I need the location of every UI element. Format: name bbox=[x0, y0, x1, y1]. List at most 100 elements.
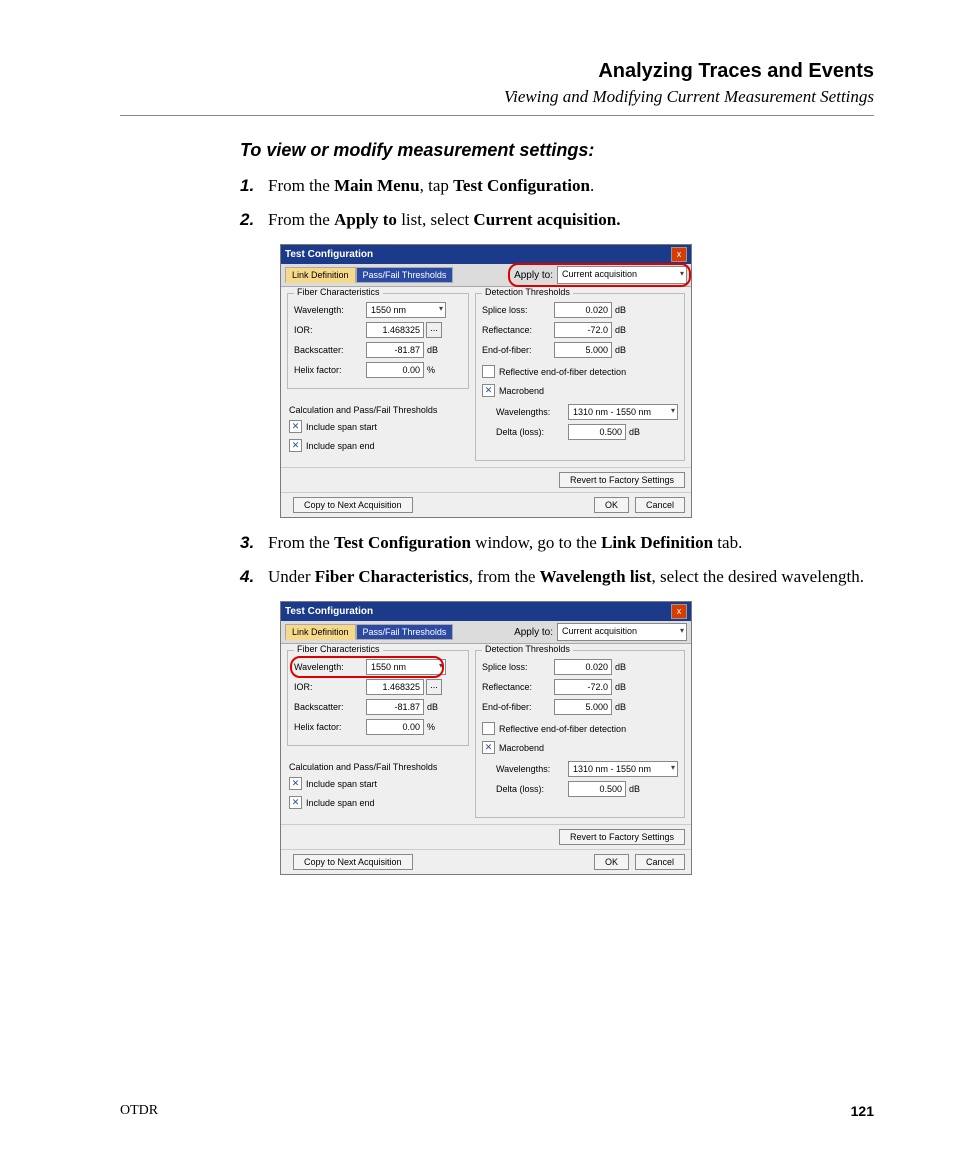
unit-label: dB bbox=[629, 427, 640, 437]
instructions-title: To view or modify measurement settings: bbox=[240, 140, 874, 161]
step-number: 3. bbox=[240, 530, 268, 556]
wavelength-select[interactable]: 1550 nm bbox=[366, 659, 446, 675]
detection-thresholds-group: Detection Thresholds Splice loss:0.020dB… bbox=[475, 650, 685, 818]
end-of-fiber-label: End-of-fiber: bbox=[482, 702, 554, 712]
reflective-eof-checkbox[interactable]: Reflective end-of-fiber detection bbox=[482, 365, 626, 378]
wavelengths-select[interactable]: 1310 nm - 1550 nm bbox=[568, 404, 678, 420]
helix-input[interactable]: 0.00 bbox=[366, 362, 424, 378]
ior-label: IOR: bbox=[294, 325, 366, 335]
step-1: 1. From the Main Menu, tap Test Configur… bbox=[240, 173, 874, 199]
step-4: 4. Under Fiber Characteristics, from the… bbox=[240, 564, 874, 590]
unit-label: % bbox=[427, 365, 435, 375]
detection-thresholds-group: Detection Thresholds Splice loss:0.020dB… bbox=[475, 293, 685, 461]
revert-button[interactable]: Revert to Factory Settings bbox=[559, 472, 685, 488]
cancel-button[interactable]: Cancel bbox=[635, 497, 685, 513]
reflectance-input[interactable]: -72.0 bbox=[554, 679, 612, 695]
delta-loss-input[interactable]: 0.500 bbox=[568, 424, 626, 440]
group-title: Detection Thresholds bbox=[482, 287, 573, 297]
ior-more-button[interactable]: ... bbox=[426, 679, 442, 695]
page-header-subtitle: Viewing and Modifying Current Measuremen… bbox=[120, 87, 874, 107]
delta-loss-label: Delta (loss): bbox=[496, 784, 568, 794]
wavelengths-select[interactable]: 1310 nm - 1550 nm bbox=[568, 761, 678, 777]
header-rule bbox=[120, 115, 874, 116]
cancel-button[interactable]: Cancel bbox=[635, 854, 685, 870]
wavelength-label: Wavelength: bbox=[294, 305, 366, 315]
unit-label: dB bbox=[427, 702, 438, 712]
wavelength-select[interactable]: 1550 nm bbox=[366, 302, 446, 318]
helix-label: Helix factor: bbox=[294, 722, 366, 732]
unit-label: dB bbox=[615, 325, 626, 335]
tab-link-definition[interactable]: Link Definition bbox=[285, 267, 356, 283]
page-header-title: Analyzing Traces and Events bbox=[120, 60, 874, 83]
include-span-end-checkbox[interactable]: ✕Include span end bbox=[289, 439, 375, 452]
end-of-fiber-label: End-of-fiber: bbox=[482, 345, 554, 355]
unit-label: dB bbox=[427, 345, 438, 355]
include-span-end-checkbox[interactable]: ✕Include span end bbox=[289, 796, 375, 809]
ior-input[interactable]: 1.468325 bbox=[366, 679, 424, 695]
tab-link-definition[interactable]: Link Definition bbox=[285, 624, 356, 640]
include-span-start-checkbox[interactable]: ✕Include span start bbox=[289, 777, 377, 790]
apply-to-label: Apply to: bbox=[514, 270, 553, 281]
ior-input[interactable]: 1.468325 bbox=[366, 322, 424, 338]
splice-loss-input[interactable]: 0.020 bbox=[554, 302, 612, 318]
ior-more-button[interactable]: ... bbox=[426, 322, 442, 338]
step-3: 3. From the Test Configuration window, g… bbox=[240, 530, 874, 556]
checkbox-icon bbox=[482, 365, 495, 378]
calculation-group: Calculation and Pass/Fail Thresholds ✕In… bbox=[287, 752, 469, 818]
tab-pass-fail-thresholds[interactable]: Pass/Fail Thresholds bbox=[356, 624, 454, 640]
ok-button[interactable]: OK bbox=[594, 854, 629, 870]
splice-loss-label: Splice loss: bbox=[482, 305, 554, 315]
group-title: Fiber Characteristics bbox=[294, 644, 383, 654]
checkbox-icon: ✕ bbox=[289, 796, 302, 809]
helix-input[interactable]: 0.00 bbox=[366, 719, 424, 735]
unit-label: dB bbox=[629, 784, 640, 794]
tab-pass-fail-thresholds[interactable]: Pass/Fail Thresholds bbox=[356, 267, 454, 283]
page-number: 121 bbox=[851, 1103, 874, 1119]
screenshot-wavelength: Test Configuration x Link Definition Pas… bbox=[280, 601, 874, 875]
unit-label: dB bbox=[615, 662, 626, 672]
screenshot-apply-to: Test Configuration x Link Definition Pas… bbox=[280, 244, 874, 518]
splice-loss-label: Splice loss: bbox=[482, 662, 554, 672]
macrobend-checkbox[interactable]: ✕Macrobend bbox=[482, 741, 544, 754]
checkbox-icon: ✕ bbox=[289, 439, 302, 452]
unit-label: dB bbox=[615, 702, 626, 712]
dialog-titlebar: Test Configuration x bbox=[281, 245, 691, 264]
step-text: From the Test Configuration window, go t… bbox=[268, 530, 874, 556]
checkbox-icon: ✕ bbox=[289, 777, 302, 790]
apply-to-select[interactable]: Current acquisition bbox=[557, 266, 687, 284]
apply-to-select[interactable]: Current acquisition bbox=[557, 623, 687, 641]
calc-title: Calculation and Pass/Fail Thresholds bbox=[289, 405, 463, 415]
footer-product: OTDR bbox=[120, 1103, 158, 1119]
splice-loss-input[interactable]: 0.020 bbox=[554, 659, 612, 675]
wavelengths-label: Wavelengths: bbox=[496, 407, 568, 417]
include-span-start-checkbox[interactable]: ✕Include span start bbox=[289, 420, 377, 433]
step-2: 2. From the Apply to list, select Curren… bbox=[240, 207, 874, 233]
checkbox-icon: ✕ bbox=[289, 420, 302, 433]
backscatter-input[interactable]: -81.87 bbox=[366, 699, 424, 715]
end-of-fiber-input[interactable]: 5.000 bbox=[554, 342, 612, 358]
step-text: From the Apply to list, select Current a… bbox=[268, 207, 874, 233]
close-icon[interactable]: x bbox=[671, 604, 687, 619]
backscatter-label: Backscatter: bbox=[294, 345, 366, 355]
unit-label: dB bbox=[615, 682, 626, 692]
delta-loss-input[interactable]: 0.500 bbox=[568, 781, 626, 797]
group-title: Fiber Characteristics bbox=[294, 287, 383, 297]
fiber-characteristics-group: Fiber Characteristics Wavelength:1550 nm… bbox=[287, 293, 469, 389]
step-text: From the Main Menu, tap Test Configurati… bbox=[268, 173, 874, 199]
reflective-eof-checkbox[interactable]: Reflective end-of-fiber detection bbox=[482, 722, 626, 735]
end-of-fiber-input[interactable]: 5.000 bbox=[554, 699, 612, 715]
ok-button[interactable]: OK bbox=[594, 497, 629, 513]
step-text: Under Fiber Characteristics, from the Wa… bbox=[268, 564, 874, 590]
copy-next-button[interactable]: Copy to Next Acquisition bbox=[293, 497, 413, 513]
backscatter-input[interactable]: -81.87 bbox=[366, 342, 424, 358]
copy-next-button[interactable]: Copy to Next Acquisition bbox=[293, 854, 413, 870]
checkbox-icon bbox=[482, 722, 495, 735]
reflectance-label: Reflectance: bbox=[482, 325, 554, 335]
delta-loss-label: Delta (loss): bbox=[496, 427, 568, 437]
revert-button[interactable]: Revert to Factory Settings bbox=[559, 829, 685, 845]
ior-label: IOR: bbox=[294, 682, 366, 692]
close-icon[interactable]: x bbox=[671, 247, 687, 262]
reflectance-input[interactable]: -72.0 bbox=[554, 322, 612, 338]
step-number: 1. bbox=[240, 173, 268, 199]
macrobend-checkbox[interactable]: ✕Macrobend bbox=[482, 384, 544, 397]
